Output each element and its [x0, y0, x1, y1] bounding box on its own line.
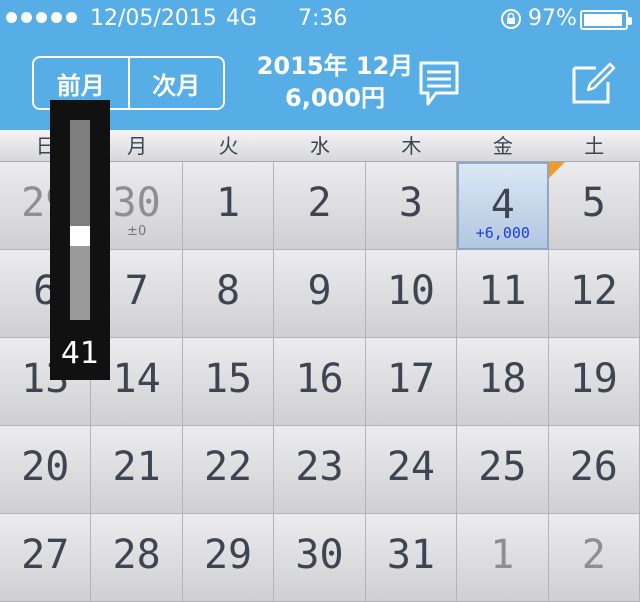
- network-type: 4G: [226, 6, 258, 31]
- calendar-day[interactable]: 4 +6,000: [457, 162, 549, 250]
- calendar-day[interactable]: 29: [182, 514, 275, 602]
- volume-overlay: 41: [50, 100, 110, 380]
- calendar-day[interactable]: 3: [365, 162, 458, 250]
- calendar-day[interactable]: 19: [548, 338, 640, 426]
- calendar-day[interactable]: 12: [548, 250, 640, 338]
- status-bar: 12/05/2015 4G 7:36 97%: [0, 0, 640, 40]
- day-number: 20: [21, 444, 70, 490]
- volume-value: 41: [60, 336, 100, 371]
- day-number: 16: [295, 356, 344, 402]
- calendar-day[interactable]: 10: [365, 250, 458, 338]
- month-title: 2015年 12月: [256, 52, 414, 80]
- day-number: 2: [581, 532, 606, 578]
- calendar-day[interactable]: 1: [457, 514, 549, 602]
- calendar-day[interactable]: 22: [182, 426, 275, 514]
- calendar-day[interactable]: 20: [0, 426, 92, 514]
- calendar-day[interactable]: 28: [91, 514, 183, 602]
- calendar-day[interactable]: 25: [457, 426, 549, 514]
- calendar-day[interactable]: 26: [548, 426, 640, 514]
- battery-percent: 97%: [528, 6, 577, 31]
- status-time: 7:36: [298, 6, 348, 31]
- calendar-day[interactable]: 31: [365, 514, 458, 602]
- day-number: 18: [478, 356, 527, 402]
- day-number: 26: [569, 444, 618, 490]
- day-number: 27: [21, 532, 70, 578]
- volume-slider: [70, 120, 90, 320]
- day-number: 22: [203, 444, 253, 490]
- day-number: 10: [386, 268, 435, 314]
- day-number: 3: [398, 180, 423, 226]
- calendar-day[interactable]: 1: [182, 162, 275, 250]
- calendar-day[interactable]: 17: [365, 338, 458, 426]
- day-number: 31: [386, 532, 435, 578]
- day-number: 11: [478, 268, 527, 314]
- day-number: 1: [490, 532, 515, 578]
- memo-bubble-icon[interactable]: [418, 60, 460, 108]
- day-number: 25: [478, 444, 527, 490]
- signal-dots-icon: [6, 12, 77, 23]
- app: 12/05/2015 4G 7:36 97% 前月 次月 2015年 12月 6…: [0, 0, 640, 602]
- month-total: 6,000円: [285, 84, 385, 112]
- day-number: 12: [569, 268, 618, 314]
- next-month-button[interactable]: 次月: [130, 58, 224, 108]
- volume-slider-thumb: [70, 226, 90, 247]
- edit-pencil-icon[interactable]: [570, 60, 616, 106]
- calendar-day[interactable]: 24: [365, 426, 458, 514]
- battery-icon: [580, 10, 632, 30]
- calendar-day[interactable]: 8: [182, 250, 275, 338]
- day-number: 29: [203, 532, 253, 578]
- calendar-day[interactable]: 18: [457, 338, 549, 426]
- rotation-lock-icon: [501, 9, 521, 29]
- calendar-day[interactable]: 9: [274, 250, 366, 338]
- weekday-fri: 金: [492, 134, 513, 158]
- calendar-day[interactable]: 2: [274, 162, 366, 250]
- day-number: 4: [490, 182, 515, 228]
- day-number: 28: [112, 532, 161, 578]
- calendar-day[interactable]: 15: [182, 338, 275, 426]
- day-number: 5: [581, 180, 606, 226]
- calendar-day[interactable]: 30: [274, 514, 366, 602]
- weekday-thu: 木: [401, 134, 422, 158]
- calendar-day[interactable]: 16: [274, 338, 366, 426]
- day-number: 2: [307, 180, 332, 226]
- day-number: 19: [569, 356, 618, 402]
- calendar-day[interactable]: 27: [0, 514, 92, 602]
- day-amount: +6,000: [475, 224, 530, 242]
- memo-marker: [548, 162, 565, 178]
- day-number: 1: [216, 180, 241, 226]
- day-number: 15: [203, 356, 253, 402]
- calendar-day[interactable]: 23: [274, 426, 366, 514]
- calendar-day[interactable]: 2: [548, 514, 640, 602]
- day-number: 21: [112, 444, 161, 490]
- weekday-sat: 土: [584, 134, 605, 158]
- weekday-tue: 火: [218, 134, 239, 158]
- day-number: 30: [295, 532, 344, 578]
- day-number: 8: [216, 268, 241, 314]
- status-date: 12/05/2015: [90, 6, 217, 31]
- calendar-day[interactable]: 11: [457, 250, 549, 338]
- calendar-day[interactable]: 5: [548, 162, 640, 250]
- month-title-block: 2015年 12月 6,000円: [250, 50, 420, 114]
- day-number: 9: [307, 268, 332, 314]
- day-number: 24: [386, 444, 435, 490]
- calendar-day[interactable]: 21: [91, 426, 183, 514]
- day-number: 17: [386, 356, 435, 402]
- weekday-wed: 水: [309, 134, 330, 158]
- day-number: 23: [295, 444, 344, 490]
